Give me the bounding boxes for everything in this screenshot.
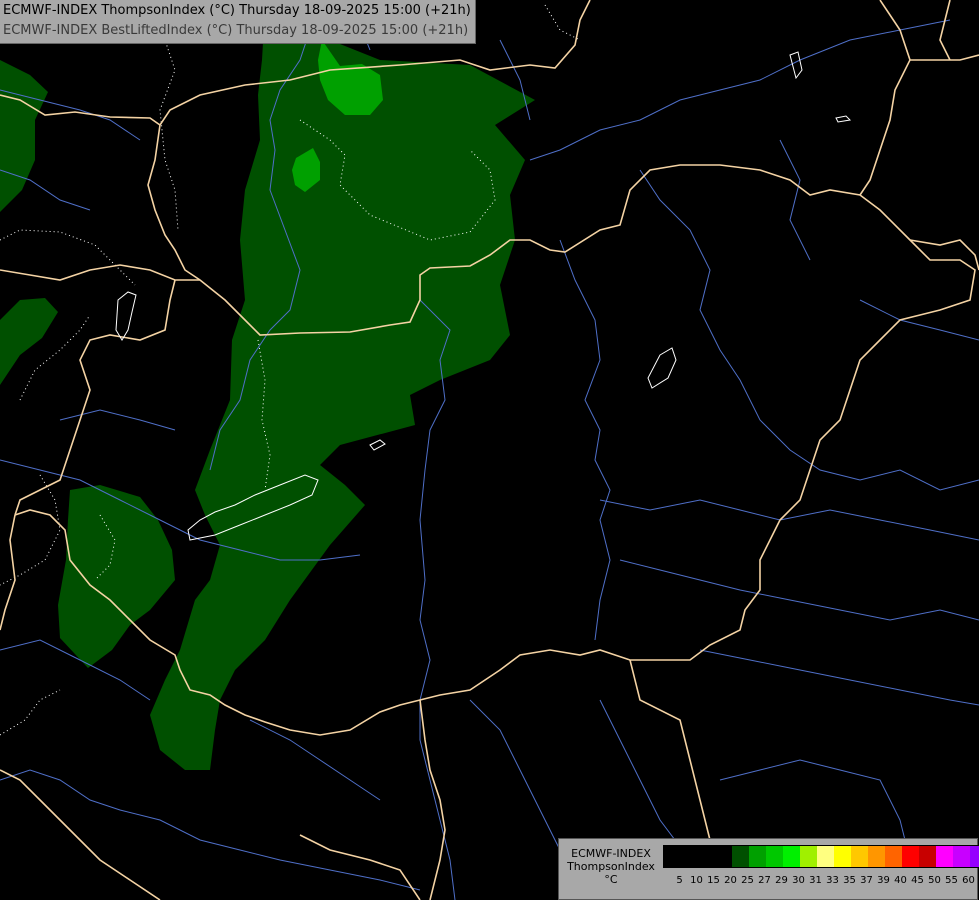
legend-unit: °C — [604, 873, 618, 886]
legend-tick-label: 55 — [945, 875, 958, 886]
legend-swatch — [800, 846, 817, 867]
legend-title-line1: ECMWF-INDEX — [571, 847, 651, 860]
legend-swatch — [749, 846, 766, 867]
legend-swatch — [936, 846, 953, 867]
legend-swatch — [783, 846, 800, 867]
title-best-lifted-index: ECMWF-INDEX BestLiftedIndex (°C) Thursda… — [3, 23, 469, 38]
legend-tick-label: 31 — [809, 875, 822, 886]
legend-tick-label: 29 — [775, 875, 788, 886]
legend-tick-label: 15 — [707, 875, 720, 886]
legend-tick-label: 40 — [894, 875, 907, 886]
legend-swatches — [663, 845, 979, 868]
legend-swatch — [834, 846, 851, 867]
legend-tick-label: 25 — [741, 875, 754, 886]
legend-ticks: 5 10 15 20 25 27 29 30 31 33 35 37 39 40 45 50 55 60 — [663, 875, 975, 886]
weather-map — [0, 0, 979, 900]
legend-tick-label: 39 — [877, 875, 890, 886]
legend-tick-label: 45 — [911, 875, 924, 886]
legend-swatch — [698, 846, 715, 867]
legend-swatch — [766, 846, 783, 867]
legend-swatch — [902, 846, 919, 867]
legend-swatch — [681, 846, 698, 867]
legend-swatch — [919, 846, 936, 867]
legend-swatch — [970, 846, 979, 867]
legend-tick-label: 35 — [843, 875, 856, 886]
legend-swatch — [851, 846, 868, 867]
title-thompson-index: ECMWF-INDEX ThompsonIndex (°C) Thursday … — [3, 3, 471, 18]
legend-tick-label: 27 — [758, 875, 771, 886]
legend-title-line2: ThompsonIndex — [567, 860, 655, 873]
legend-tick-label: 20 — [724, 875, 737, 886]
legend-swatch — [664, 846, 681, 867]
legend-swatch — [885, 846, 902, 867]
legend-tick-label: 5 — [676, 875, 683, 886]
legend-tick-label: 33 — [826, 875, 839, 886]
legend-tick-label: 10 — [690, 875, 703, 886]
legend-swatch — [868, 846, 885, 867]
color-legend: ECMWF-INDEX ThompsonIndex °C 5 10 15 20 25 27… — [558, 838, 979, 900]
legend-swatch — [817, 846, 834, 867]
legend-title: ECMWF-INDEX ThompsonIndex °C — [563, 847, 659, 886]
map-title-box: ECMWF-INDEX ThompsonIndex (°C) Thursday … — [0, 0, 476, 44]
legend-swatch — [732, 846, 749, 867]
legend-tick-label: 60 — [962, 875, 975, 886]
legend-swatch — [715, 846, 732, 867]
legend-swatch — [953, 846, 970, 867]
legend-tick-label: 50 — [928, 875, 941, 886]
legend-tick-label: 30 — [792, 875, 805, 886]
legend-tick-label: 37 — [860, 875, 873, 886]
